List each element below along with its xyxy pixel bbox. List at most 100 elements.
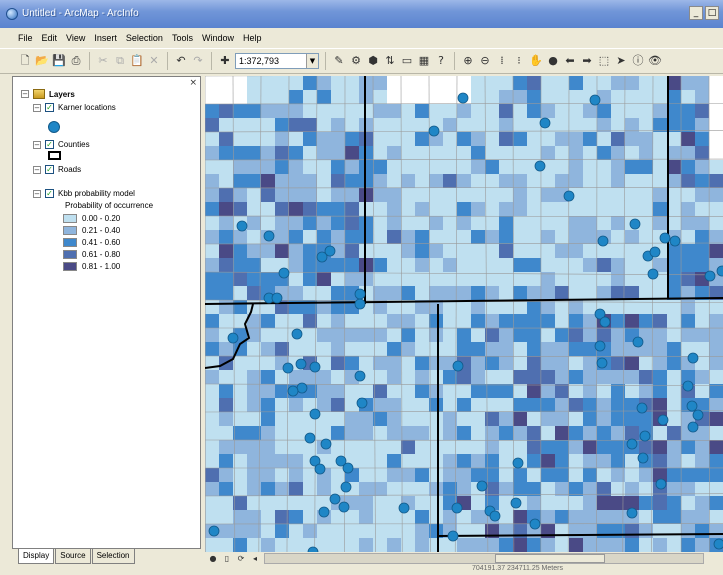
chevron-down-icon[interactable]: ▼ [306, 54, 318, 68]
editor-icon[interactable]: ✎ [332, 53, 346, 69]
arctoolbox-icon[interactable]: ⚙ [349, 53, 363, 69]
probability-cell [639, 188, 653, 202]
probability-cell [289, 496, 303, 510]
arccatalog-icon[interactable]: ⬢ [366, 53, 380, 69]
refresh-icon[interactable]: ⟳ [236, 554, 246, 564]
probability-cell [457, 104, 471, 118]
table-icon[interactable]: ▦ [417, 53, 431, 69]
probability-cell [261, 258, 275, 272]
command-line-icon[interactable]: ▭ [400, 53, 414, 69]
probability-cell [261, 412, 275, 426]
close-icon[interactable]: × [189, 78, 197, 88]
probability-cell [401, 174, 415, 188]
probability-cell [569, 510, 583, 524]
redo-icon[interactable]: ↷ [191, 53, 205, 69]
probability-cell [317, 524, 331, 538]
probability-cell [569, 146, 583, 160]
find-binoculars-icon[interactable]: 👁 [648, 53, 662, 69]
layout-view-icon[interactable]: ▯ [222, 554, 232, 564]
probability-cell [261, 328, 275, 342]
fixed-zoom-out-icon[interactable]: ⁝ [512, 53, 526, 69]
menu-help[interactable]: Help [243, 33, 262, 43]
toc-layer-karner[interactable]: − ✓ Karner locations [33, 103, 116, 112]
scrollbar-thumb[interactable] [495, 554, 605, 563]
probability-cell [653, 426, 667, 440]
tab-selection[interactable]: Selection [91, 549, 135, 564]
legend-item: 0.81 - 1.00 [63, 262, 120, 271]
collapse-icon[interactable]: − [33, 140, 41, 149]
menu-tools[interactable]: Tools [172, 33, 193, 43]
probability-cell [611, 426, 625, 440]
go-back-icon[interactable]: ⬅ [563, 53, 577, 69]
select-features-icon[interactable]: ⬚ [597, 53, 611, 69]
probability-cell [541, 412, 555, 426]
probability-cell [373, 356, 387, 370]
menu-selection[interactable]: Selection [126, 33, 163, 43]
collapse-icon[interactable]: − [33, 103, 41, 112]
legend-swatch [63, 262, 77, 271]
map-canvas[interactable] [205, 76, 723, 552]
toc-layer-roads[interactable]: − ✓ Roads [33, 165, 81, 174]
layer-checkbox[interactable]: ✓ [45, 165, 54, 174]
model-builder-icon[interactable]: ⇅ [383, 53, 397, 69]
probability-cell [555, 90, 569, 104]
probability-cell [289, 132, 303, 146]
probability-cell [359, 314, 373, 328]
undo-icon[interactable]: ↶ [174, 53, 188, 69]
maximize-button[interactable]: □ [705, 6, 719, 20]
pan-hand-icon[interactable]: ✋ [529, 53, 543, 69]
probability-cell [205, 174, 219, 188]
go-forward-icon[interactable]: ➡ [580, 53, 594, 69]
paste-icon[interactable]: 📋 [130, 53, 144, 69]
tab-source[interactable]: Source [55, 549, 91, 564]
menu-file[interactable]: File [18, 33, 33, 43]
pause-drawing-icon[interactable]: ◂ [250, 554, 260, 564]
tab-display[interactable]: Display [18, 549, 55, 564]
delete-icon[interactable]: ✕ [147, 53, 161, 69]
probability-cell [653, 132, 667, 146]
minimize-button[interactable]: _ [689, 6, 703, 20]
menu-insert[interactable]: Insert [94, 33, 117, 43]
zoom-in-icon[interactable]: ⊕ [461, 53, 475, 69]
toc-layer-counties[interactable]: − ✓ Counties [33, 140, 90, 149]
collapse-icon[interactable]: − [33, 165, 41, 174]
probability-cell [415, 496, 429, 510]
open-folder-icon[interactable]: 📂 [35, 53, 49, 69]
toc-layer-kbb[interactable]: − ✓ Kbb probability model [33, 189, 135, 198]
horizontal-scrollbar[interactable] [264, 553, 704, 564]
probability-cell [555, 314, 569, 328]
add-data-icon[interactable]: ✚ [218, 53, 232, 69]
probability-cell [289, 412, 303, 426]
fixed-zoom-in-icon[interactable]: ⁞ [495, 53, 509, 69]
menu-view[interactable]: View [66, 33, 85, 43]
probability-cell [513, 174, 527, 188]
layer-checkbox[interactable]: ✓ [45, 140, 54, 149]
data-view-icon[interactable]: ● [208, 554, 218, 564]
probability-cell [555, 370, 569, 384]
new-document-icon[interactable]: 🗋 [18, 53, 32, 69]
karner-location-point [637, 452, 649, 464]
cut-icon[interactable]: ✂ [96, 53, 110, 69]
collapse-icon[interactable]: − [33, 189, 41, 198]
map-view[interactable] [205, 76, 723, 552]
probability-cell [527, 300, 541, 314]
save-icon[interactable]: 💾 [52, 53, 66, 69]
menu-edit[interactable]: Edit [42, 33, 58, 43]
whats-this-icon[interactable]: ? [434, 53, 448, 69]
full-extent-icon[interactable]: ● [546, 53, 560, 69]
probability-cell [261, 90, 275, 104]
identify-icon[interactable]: ⓘ [631, 53, 645, 69]
menu-window[interactable]: Window [202, 33, 234, 43]
collapse-icon[interactable]: − [21, 90, 29, 98]
layer-checkbox[interactable]: ✓ [45, 189, 54, 198]
layer-checkbox[interactable]: ✓ [45, 103, 54, 112]
zoom-out-icon[interactable]: ⊖ [478, 53, 492, 69]
map-scale-combo[interactable]: 1:372,793 ▼ [235, 53, 319, 69]
print-icon[interactable]: ⎙ [69, 53, 83, 69]
probability-cell [317, 174, 331, 188]
select-pointer-icon[interactable]: ➤ [614, 53, 628, 69]
probability-cell [415, 412, 429, 426]
toc-root-row[interactable]: − Layers [21, 89, 75, 99]
probability-cell [331, 412, 345, 426]
copy-icon[interactable]: ⧉ [113, 53, 127, 69]
